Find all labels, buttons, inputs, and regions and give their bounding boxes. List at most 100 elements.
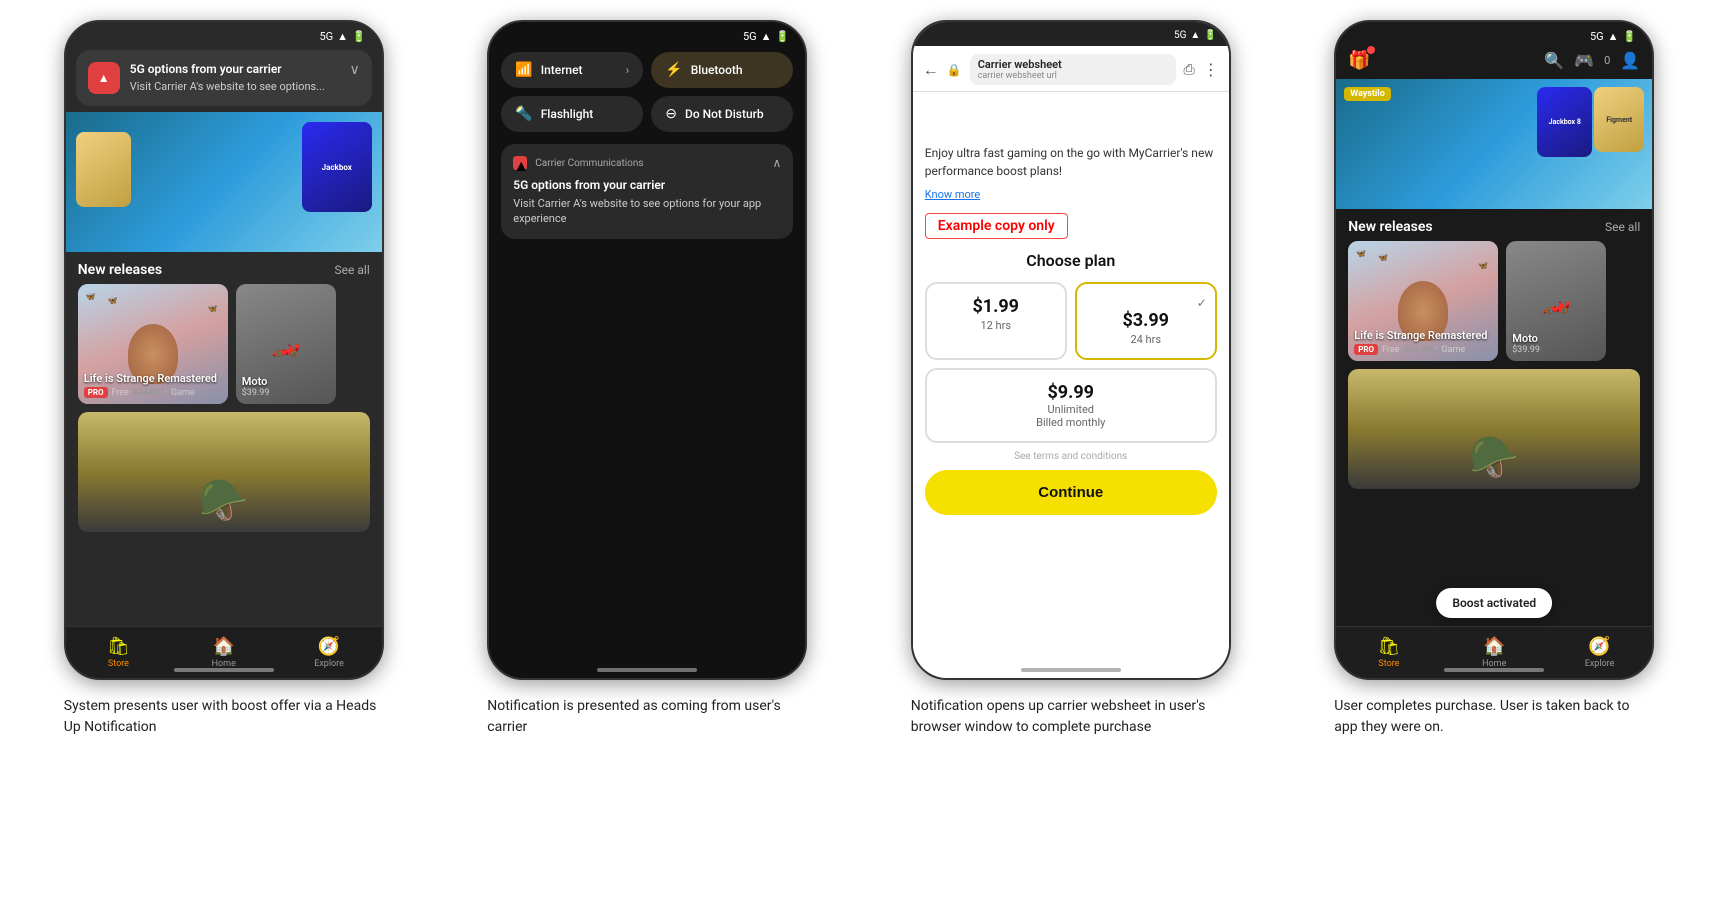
top-bar-right: 🔍 🎮 0 👤 <box>1544 51 1640 70</box>
promo-text-1: Enjoy ultra fast gaming on the go with M… <box>925 144 1217 180</box>
app-content-1: Jackbox New releases See all <box>66 112 382 678</box>
game-card-lis-1[interactable]: 🦋 🦋 🦋 Life is Strange Remastered PRO Fre… <box>78 284 228 404</box>
quick-tile-bluetooth[interactable]: ⚡ Bluetooth <box>651 52 793 88</box>
controller-icon-4[interactable]: 🎮 <box>1574 51 1594 70</box>
url-box[interactable]: Carrier websheet carrier websheet url <box>970 54 1176 85</box>
game-card-moto-1[interactable]: 🏎️ Moto $39.99 <box>236 284 336 404</box>
home-indicator-4 <box>1444 668 1544 672</box>
gift-icon-4[interactable]: 🎁 <box>1348 50 1370 71</box>
game-row-4: 🦋 🦋 🦋 Life is Strange Remastered PRO Fre… <box>1336 241 1652 361</box>
store-icon-1: 🛍 <box>107 636 130 657</box>
screen2-bg: 5G ▲ 🔋 📶 Internet › ⚡ <box>489 22 805 678</box>
notification-shade: 📶 Internet › ⚡ Bluetooth 🔦 F <box>489 22 805 251</box>
internet-label: Internet <box>541 63 583 77</box>
pro-badge-4: PRO <box>1354 344 1378 355</box>
carrier-signal-icon: ▲ <box>98 71 110 85</box>
dnd-label: Do Not Disturb <box>685 107 764 121</box>
plan-price-1: $1.99 <box>935 296 1057 317</box>
heads-up-notification[interactable]: ▲ 5G options from your carrier Visit Car… <box>76 50 372 106</box>
plan-card-unlimited[interactable]: $9.99 Unlimited Billed monthly <box>925 368 1217 443</box>
signal-5g-3: 5G <box>1174 30 1186 41</box>
example-copy-banner: Example copy only <box>925 213 1068 239</box>
home-indicator-3 <box>1021 668 1121 672</box>
game-name-lis-1: Life is Strange Remastered <box>84 372 222 385</box>
game-price-4: Free <box>1382 345 1399 355</box>
carrier-notification-card[interactable]: ▲ Carrier Communications ∧ 5G options fr… <box>501 144 793 239</box>
websheet-content: Enjoy ultra fast gaming on the go with M… <box>913 132 1229 678</box>
explore-icon-4: 🧭 <box>1588 636 1610 657</box>
phone-screen1: 5G ▲ 🔋 ▲ 5G options from your carrier Vi… <box>64 20 384 680</box>
nav-explore-1[interactable]: 🧭 Explore <box>276 627 381 678</box>
back-button[interactable]: ← <box>923 60 939 80</box>
battery-4: 🔋 <box>1623 30 1637 43</box>
share-icon[interactable]: ⎙ <box>1184 62 1195 78</box>
status-bar-3: 5G ▲ 🔋 <box>913 22 1229 48</box>
signal-bars-3: ▲ <box>1190 30 1200 41</box>
quick-tile-internet[interactable]: 📶 Internet › <box>501 52 643 88</box>
soldier-icon: 🪖 <box>199 477 249 524</box>
plan-card-1-99[interactable]: $1.99 12 hrs <box>925 282 1067 360</box>
status-icons-4: 5G ▲ 🔋 <box>1590 30 1636 43</box>
battery-3: 🔋 <box>1204 30 1216 41</box>
game-name-lis-4: Life is Strange Remastered <box>1354 329 1492 342</box>
lock-icon: 🔒 <box>947 63 962 77</box>
section-header-4: New releases See all <box>1336 209 1652 241</box>
quick-tile-row-2: 🔦 Flashlight ⊖ Do Not Disturb <box>501 96 793 132</box>
explore-icon-1: 🧭 <box>318 636 340 657</box>
screen3-bg: 5G ▲ 🔋 ← 🔒 Carrier websheet carrier webs… <box>913 22 1229 678</box>
notification-title: 5G options from your carrier <box>130 62 340 78</box>
friend-count-4: 0 <box>1604 54 1610 67</box>
game-meta-lis-4: PRO Free $24.99 · Game <box>1354 344 1492 355</box>
signal-bars-4: ▲ <box>1608 30 1619 43</box>
home-icon-4: 🏠 <box>1483 636 1505 657</box>
notif-chevron-up-icon[interactable]: ∧ <box>772 156 781 170</box>
game-meta-lis-1: PRO Free $24.99 · Game <box>84 387 222 398</box>
notif-card-title: 5G options from your carrier <box>513 178 781 192</box>
quick-tile-dnd[interactable]: ⊖ Do Not Disturb <box>651 96 793 132</box>
section-header-1: New releases See all <box>66 252 382 284</box>
game-price-moto-1: $39.99 <box>242 388 330 398</box>
chevron-down-icon[interactable]: ∨ <box>350 62 360 78</box>
bottom-game-card-1[interactable]: 🪖 <box>78 412 370 532</box>
game-info-moto-1: Moto $39.99 <box>242 375 330 398</box>
plan-card-3-99[interactable]: ✓ $3.99 24 hrs <box>1075 282 1217 360</box>
plan-duration-2: 24 hrs <box>1085 333 1207 346</box>
nav-store-label-1: Store <box>108 659 129 669</box>
more-options-icon[interactable]: ⋮ <box>1203 60 1219 79</box>
terms-text[interactable]: See terms and conditions <box>925 451 1217 462</box>
plan-unlimited-label: Unlimited <box>939 403 1203 416</box>
continue-button[interactable]: Continue <box>925 470 1217 515</box>
quick-tile-flashlight[interactable]: 🔦 Flashlight <box>501 96 643 132</box>
game-price-1: Free <box>112 388 129 398</box>
nav-explore-4[interactable]: 🧭 Explore <box>1547 627 1652 678</box>
browser-url: carrier websheet url <box>978 71 1168 81</box>
nav-store-4[interactable]: 🛍 Store <box>1336 627 1441 678</box>
column-1: 5G ▲ 🔋 ▲ 5G options from your carrier Vi… <box>20 20 428 738</box>
notif-card-app-label: Carrier Communications <box>535 158 764 169</box>
flashlight-label: Flashlight <box>541 107 594 121</box>
notif-card-body: Visit Carrier A's website to see options… <box>513 196 781 227</box>
see-all-button-1[interactable]: See all <box>335 263 370 277</box>
column-3: 5G ▲ 🔋 ← 🔒 Carrier websheet carrier webs… <box>867 20 1275 738</box>
nav-store-1[interactable]: 🛍 Store <box>66 627 171 678</box>
browser-title: Carrier websheet <box>978 58 1168 71</box>
pro-badge-1: PRO <box>84 387 108 398</box>
home-icon-1: 🏠 <box>213 636 235 657</box>
status-icons-2: 5G ▲ 🔋 <box>743 30 789 43</box>
game-card-lis-4[interactable]: 🦋 🦋 🦋 Life is Strange Remastered PRO Fre… <box>1348 241 1498 361</box>
hero-banner-4: Waystilo Jackbox 8 Figment <box>1336 79 1652 209</box>
search-icon-4[interactable]: 🔍 <box>1544 51 1564 70</box>
avatar-icon-4[interactable]: 👤 <box>1620 51 1640 70</box>
game-card-moto-4[interactable]: 🏎️ Moto $39.99 <box>1506 241 1606 361</box>
home-indicator-1 <box>174 668 274 672</box>
store-icon-4: 🛍 <box>1377 636 1400 657</box>
choose-plan-title: Choose plan <box>925 251 1217 270</box>
hero-banner-1: Jackbox <box>66 112 382 252</box>
bluetooth-icon: ⚡ <box>665 62 682 78</box>
bottom-game-card-4[interactable]: 🪖 <box>1348 369 1640 489</box>
nav-explore-label-1: Explore <box>314 659 344 669</box>
signal-bars-1: ▲ <box>337 30 348 43</box>
see-all-button-4[interactable]: See all <box>1605 220 1640 234</box>
know-more-link[interactable]: Know more <box>925 188 1217 201</box>
plan-billing: Billed monthly <box>939 416 1203 429</box>
